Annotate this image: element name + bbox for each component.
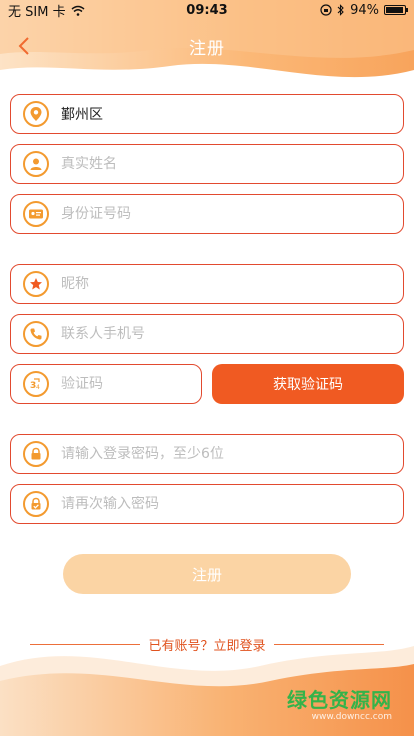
- password-field[interactable]: [10, 434, 404, 474]
- id-card-icon: [23, 201, 49, 227]
- navigation-bar: 注册: [0, 28, 414, 64]
- phone-icon: [23, 321, 49, 347]
- verify-code-input[interactable]: [61, 376, 201, 392]
- id-number-input[interactable]: [61, 206, 403, 222]
- carrier-label: 无 SIM 卡: [8, 4, 66, 20]
- nickname-field[interactable]: [10, 264, 404, 304]
- battery-icon: [384, 5, 408, 15]
- real-name-input[interactable]: [61, 156, 403, 172]
- location-pin-icon: [23, 101, 49, 127]
- code-icon: 34: [23, 371, 49, 397]
- watermark: 绿色资源网 www.downcc.com: [287, 690, 392, 722]
- password-confirm-field[interactable]: [10, 484, 404, 524]
- orientation-lock-icon: [320, 4, 332, 16]
- divider-right: [273, 643, 384, 645]
- watermark-title: 绿色资源网: [287, 688, 392, 712]
- get-code-button[interactable]: 获取验证码: [212, 364, 404, 404]
- nickname-input[interactable]: [61, 276, 403, 292]
- password-input[interactable]: [61, 446, 403, 462]
- star-icon: [23, 271, 49, 297]
- page-title: 注册: [189, 38, 225, 59]
- phone-field[interactable]: [10, 314, 404, 354]
- region-value: 鄞州区: [61, 107, 103, 123]
- svg-text:4: 4: [36, 384, 40, 391]
- back-button[interactable]: [10, 32, 38, 60]
- divider-left: [30, 643, 141, 645]
- battery-percent: 94%: [350, 2, 379, 18]
- phone-input[interactable]: [61, 326, 403, 342]
- login-link[interactable]: 已有账号？立即登录: [148, 635, 265, 654]
- chevron-left-icon: [18, 37, 29, 55]
- bluetooth-icon: [337, 4, 344, 16]
- lock-icon: [23, 441, 49, 467]
- password-confirm-input[interactable]: [61, 496, 403, 512]
- wifi-icon: [71, 5, 85, 16]
- register-button[interactable]: 注册: [63, 554, 351, 594]
- login-prompt-row: 已有账号？立即登录: [0, 634, 414, 654]
- verify-code-field[interactable]: 34: [10, 364, 202, 404]
- region-field[interactable]: 鄞州区: [10, 94, 404, 134]
- lock-check-icon: [23, 491, 49, 517]
- real-name-field[interactable]: [10, 144, 404, 184]
- id-number-field[interactable]: [10, 194, 404, 234]
- status-bar: 无 SIM 卡 09:43 94%: [0, 0, 414, 20]
- person-icon: [23, 151, 49, 177]
- watermark-url: www.downcc.com: [311, 712, 392, 722]
